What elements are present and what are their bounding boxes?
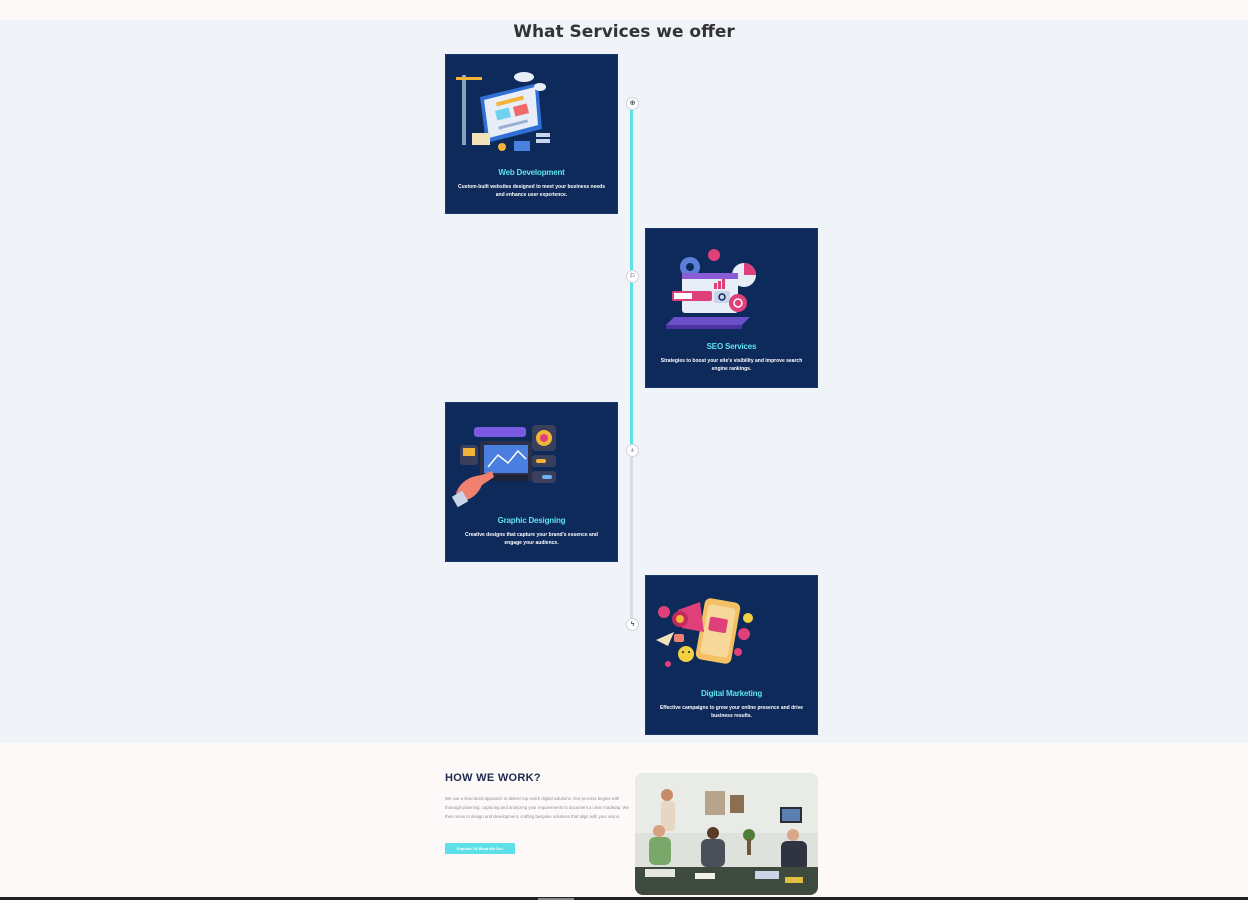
graphic-design-illustration: [452, 425, 556, 508]
bolt-icon: ϟ: [626, 618, 639, 631]
digital-marketing-illustration: [656, 598, 753, 667]
top-strip: [0, 0, 1248, 20]
service-card-title: Web Development: [498, 168, 565, 177]
team-meeting-photo: [635, 773, 818, 895]
how-we-work-section: HOW WE WORK? We use a structured approac…: [0, 743, 1248, 898]
service-card-description: Custom-built websites designed to meet y…: [458, 184, 605, 198]
service-card-description: Creative designs that capture your brand…: [465, 532, 598, 546]
service-card-title: Graphic Designing: [497, 516, 566, 525]
service-card-title: Digital Marketing: [700, 689, 763, 698]
service-card-title: SEO Services: [706, 342, 757, 351]
seo-illustration: [666, 249, 756, 329]
service-card-web-development[interactable]: Web Development Custom-built websites de…: [445, 54, 618, 214]
explore-button[interactable]: Explore Of What We Do!: [445, 843, 515, 854]
web-development-illustration: [456, 72, 550, 151]
bulb-icon: ♁: [626, 444, 639, 457]
service-card-description: Strategies to boost your site's visibili…: [660, 358, 803, 372]
service-card-description: Effective campaigns to grow your online …: [659, 705, 804, 719]
how-we-work-title: HOW WE WORK?: [445, 772, 541, 784]
gear-icon: ⊕: [626, 97, 639, 110]
service-card-digital-marketing[interactable]: Digital Marketing Effective campaigns to…: [645, 575, 818, 735]
flag-icon: ⚐: [626, 270, 639, 283]
how-we-work-text: We use a structured approach to deliver …: [445, 796, 629, 819]
service-card-graphic-designing[interactable]: Graphic Designing Creative designs that …: [445, 402, 618, 562]
services-title: What Services we offer: [513, 22, 735, 42]
service-card-seo-services[interactable]: SEO Services Strategies to boost your si…: [645, 228, 818, 388]
services-section: What Services we offer ⊕ ⚐ ♁ ϟ Web Devel…: [0, 20, 1248, 743]
